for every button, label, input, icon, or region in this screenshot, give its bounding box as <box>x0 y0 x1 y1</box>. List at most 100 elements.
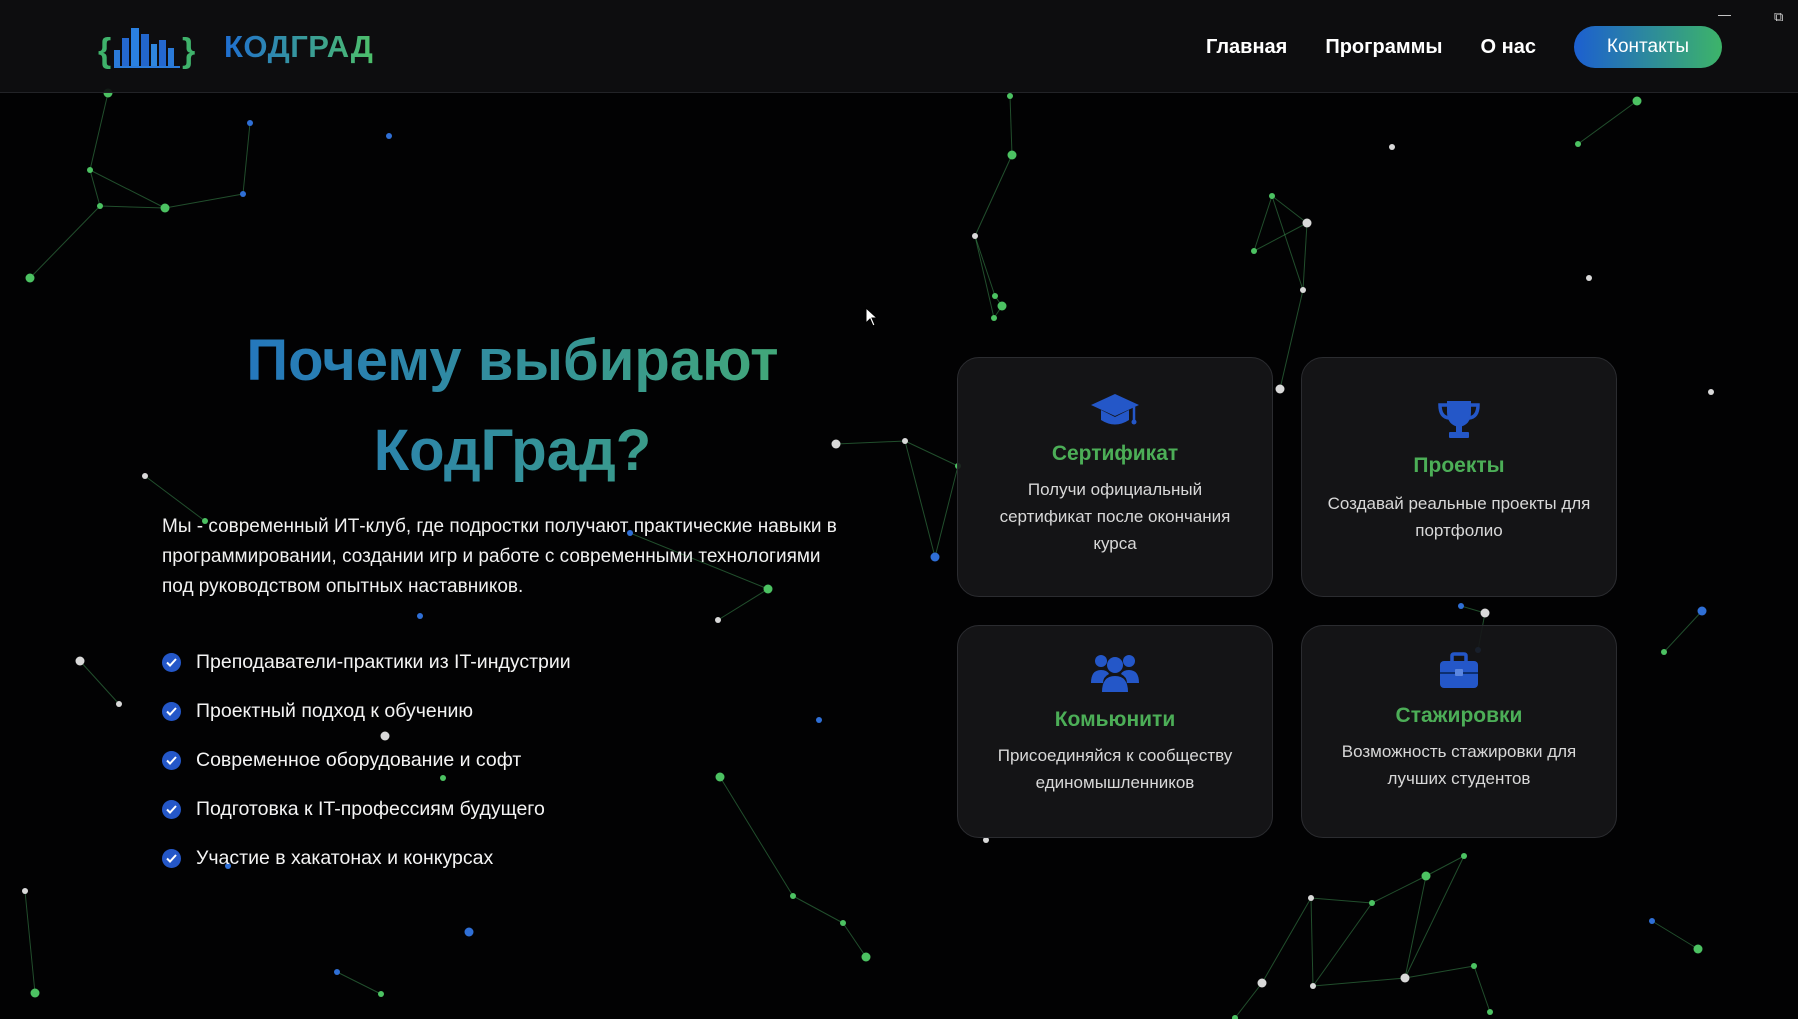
network-node <box>1251 248 1257 254</box>
nav-about[interactable]: О нас <box>1481 27 1536 67</box>
network-node <box>997 301 1007 311</box>
network-link <box>89 92 109 171</box>
network-node <box>1269 193 1275 199</box>
network-node <box>142 473 148 479</box>
network-node <box>1310 983 1316 989</box>
check-circle-icon <box>162 653 181 672</box>
card-title: Стажировки <box>1395 704 1523 727</box>
network-link <box>1009 95 1013 156</box>
network-node <box>247 120 253 126</box>
network-node <box>840 920 846 926</box>
minimize-window-button[interactable]: — <box>1718 8 1731 21</box>
network-node <box>97 203 103 209</box>
restore-window-button[interactable]: ⧉ <box>1774 10 1783 23</box>
graduation-cap-icon <box>1091 394 1139 425</box>
feature-text: Участие в хакатонах и конкурсах <box>196 847 494 869</box>
network-node <box>992 293 998 299</box>
hero-description: Мы - современный ИТ-клуб, где подростки … <box>162 516 837 597</box>
city-logo-icon: { } <box>98 28 195 70</box>
network-node <box>715 772 725 782</box>
network-node <box>1480 608 1490 618</box>
card-text: Возможность стажировки для лучших студен… <box>1341 742 1577 788</box>
nav-home[interactable]: Главная <box>1206 27 1287 67</box>
network-node <box>25 273 35 283</box>
network-node <box>1586 275 1592 281</box>
main-nav: Главная Программы О нас Контакты <box>1206 26 1722 68</box>
feature-text: Подготовка к IT-профессиям будущего <box>196 798 545 820</box>
network-node <box>715 617 721 623</box>
network-link <box>1404 855 1465 979</box>
network-node <box>378 991 384 997</box>
network-node <box>1649 918 1655 924</box>
briefcase-icon <box>1440 652 1478 688</box>
network-link <box>89 169 101 207</box>
svg-text:}: } <box>182 32 195 70</box>
card-title: Проекты <box>1413 454 1505 477</box>
network-node <box>991 315 997 321</box>
card-internships[interactable]: Стажировки Возможность стажировки для лу… <box>1301 625 1617 838</box>
network-node <box>1632 96 1642 106</box>
network-node <box>1302 218 1312 228</box>
feature-item: Участие в хакатонах и конкурсах <box>162 834 571 883</box>
logo[interactable]: { } КОДГРАД <box>98 24 373 70</box>
network-link <box>974 235 995 319</box>
network-node <box>417 613 423 619</box>
card-projects[interactable]: Проекты Создавай реальные проекты для по… <box>1301 357 1617 597</box>
network-node <box>790 893 796 899</box>
feature-text: Преподаватели-практики из IT-индустрии <box>196 651 571 673</box>
network-node <box>240 191 246 197</box>
network-link <box>1302 222 1308 291</box>
network-node <box>30 988 40 998</box>
network-node <box>160 203 170 213</box>
network-link <box>1279 289 1304 390</box>
network-node <box>902 438 908 444</box>
card-certificate[interactable]: Сертификат Получи официальный сертификат… <box>957 357 1273 597</box>
network-link <box>1261 897 1312 984</box>
card-community[interactable]: Комьюнити Присоединяйся к сообществу еди… <box>957 625 1273 838</box>
feature-item: Подготовка к IT-профессиям будущего <box>162 785 571 834</box>
network-link <box>1577 100 1638 145</box>
network-node <box>1369 900 1375 906</box>
card-text: Создавай реальные проекты для портфолио <box>1327 494 1591 540</box>
network-link <box>1312 977 1406 987</box>
nav-programs[interactable]: Программы <box>1325 27 1442 67</box>
network-link <box>1271 195 1304 291</box>
users-icon <box>1091 655 1139 692</box>
network-node <box>1693 944 1703 954</box>
network-link <box>89 169 166 209</box>
network-node <box>1275 384 1285 394</box>
card-title: Комьюнити <box>1054 708 1176 731</box>
network-link <box>336 971 382 995</box>
network-node <box>972 233 978 239</box>
network-link <box>934 465 959 558</box>
network-link <box>974 235 996 297</box>
contacts-button[interactable]: Контакты <box>1573 26 1722 68</box>
network-node <box>1421 871 1431 881</box>
network-node <box>1308 895 1314 901</box>
network-link <box>719 776 794 897</box>
network-link <box>792 895 844 924</box>
network-link <box>1404 965 1475 979</box>
card-title: Сертификат <box>1051 442 1179 465</box>
network-link <box>904 440 936 558</box>
network-node <box>930 552 940 562</box>
network-link <box>79 660 120 705</box>
network-link <box>1310 897 1373 904</box>
hero-title: Почему выбирают КодГрад? <box>150 316 875 496</box>
network-node <box>1458 603 1464 609</box>
feature-text: Проектный подход к обучению <box>196 700 473 722</box>
network-node <box>1257 978 1267 988</box>
mouse-cursor-icon <box>865 307 879 327</box>
features-list: Преподаватели-практики из IT-индустрии П… <box>162 638 571 883</box>
network-link <box>1312 902 1373 987</box>
network-link <box>974 154 1013 237</box>
network-link <box>842 922 867 958</box>
page: { } КОДГРАД Главная Программы О нас Конт… <box>0 0 1798 1019</box>
network-link <box>1310 897 1314 987</box>
network-link <box>1371 875 1427 904</box>
network-link <box>1651 920 1699 950</box>
network-link <box>24 890 36 994</box>
brand-name: КОДГРАД <box>224 29 374 64</box>
network-node <box>1471 963 1477 969</box>
network-node <box>861 952 871 962</box>
